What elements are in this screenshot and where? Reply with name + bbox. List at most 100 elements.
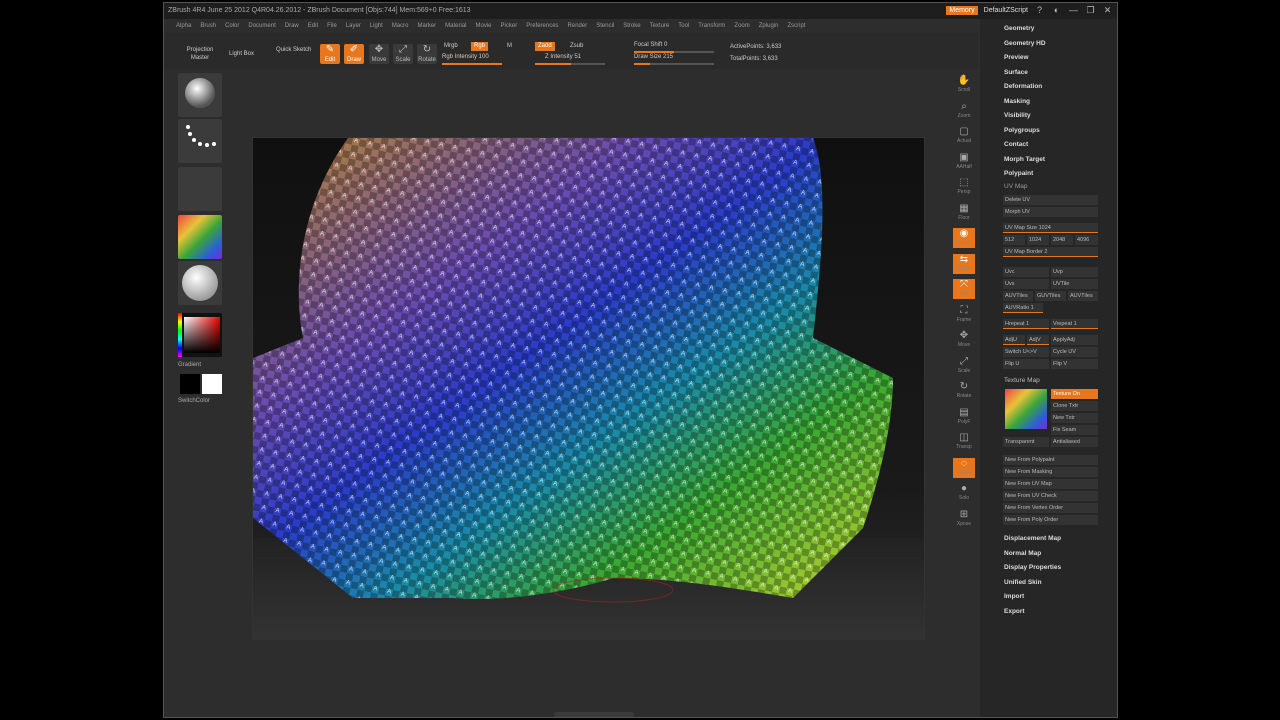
size-2048-button[interactable]: 2048	[1051, 235, 1073, 245]
palette-morph-target[interactable]: Morph Target	[1004, 156, 1045, 163]
quick-sketch-button[interactable]: Quick Sketch	[276, 46, 312, 54]
shelf-floor-button[interactable]: ▦ Floor	[953, 203, 975, 223]
move-button[interactable]: ✥ Move	[369, 44, 389, 64]
shelf-zoom-button[interactable]: ⌕ Zoom	[953, 101, 975, 121]
edit-button[interactable]: ✎ Edit	[320, 44, 340, 64]
menu-zscript[interactable]: Zscript	[787, 23, 805, 29]
palette-contact[interactable]: Contact	[1004, 141, 1028, 148]
uvp-button[interactable]: Uvp	[1051, 267, 1098, 277]
maximize-button[interactable]: ❐	[1085, 5, 1096, 16]
shelf-transp-button[interactable]: ◫ Transp	[953, 432, 975, 452]
close-button[interactable]: ✕	[1102, 5, 1113, 16]
new-from-uv-map-button[interactable]: New From UV Map	[1003, 479, 1098, 489]
flip-v-button[interactable]: Flip V	[1051, 359, 1098, 369]
shelf-xpose-button[interactable]: ⊞ Xpose	[953, 509, 975, 529]
auvtiles-button[interactable]: AUVTiles	[1068, 291, 1098, 301]
palette-polypaint[interactable]: Polypaint	[1004, 170, 1033, 177]
clone-txtr-button[interactable]: Clone Txtr	[1051, 401, 1098, 411]
uv-map-size-slider[interactable]: UV Map Size 1024	[1003, 223, 1098, 233]
size-1024-button[interactable]: 1024	[1027, 235, 1049, 245]
zadd-button[interactable]: Zadd	[535, 42, 555, 51]
palette-polygroups[interactable]: Polygroups	[1004, 127, 1040, 134]
flip-u-button[interactable]: Flip U	[1003, 359, 1049, 369]
stroke-thumbnail[interactable]	[178, 119, 222, 163]
menu-material[interactable]: Material	[445, 23, 466, 29]
uv-map-border-slider[interactable]: UV Map Border 2	[1003, 247, 1098, 257]
uvtile-button[interactable]: UVTile	[1051, 279, 1098, 289]
uvs-button[interactable]: Uvs	[1003, 279, 1049, 289]
zsub-button[interactable]: Zsub	[567, 42, 586, 51]
shelf-local-button[interactable]: ◉ Local	[953, 228, 975, 248]
focal-shift-track[interactable]	[634, 51, 714, 53]
new-from-vertex-order-button[interactable]: New From Vertex Order	[1003, 503, 1098, 513]
switch-uv-button[interactable]: Switch U<>V	[1003, 347, 1049, 357]
menu-stroke[interactable]: Stroke	[623, 23, 640, 29]
draw-button[interactable]: ✐ Draw	[344, 44, 364, 64]
menu-macro[interactable]: Macro	[392, 23, 409, 29]
menu-light[interactable]: Light	[370, 23, 383, 29]
primary-color-swatch[interactable]	[180, 374, 200, 394]
shelf-scale-button[interactable]: ⤢ Scale	[953, 356, 975, 376]
uv-map-header[interactable]: UV Map	[1004, 183, 1027, 190]
gradient-label[interactable]: Gradient	[178, 362, 201, 368]
palette-display-properties[interactable]: Display Properties	[1004, 564, 1061, 571]
secondary-color-swatch[interactable]	[202, 374, 222, 394]
palette-preview[interactable]: Preview	[1004, 54, 1029, 61]
shelf-ghost-button[interactable]: ◌ Ghost	[953, 457, 975, 478]
z-intensity-track[interactable]	[535, 63, 605, 65]
shelf-scroll-button[interactable]: ✋ Scroll	[953, 75, 975, 95]
palette-geometry-hd[interactable]: Geometry HD	[1004, 40, 1046, 47]
memory-badge[interactable]: Memory	[946, 6, 978, 15]
shelf-rotate-button[interactable]: ↻ Rotate	[953, 381, 975, 401]
shelf-frame-button[interactable]: ⛶ Frame	[953, 305, 975, 325]
menu-draw[interactable]: Draw	[285, 23, 299, 29]
palette-unified-skin[interactable]: Unified Skin	[1004, 579, 1042, 586]
menu-transform[interactable]: Transform	[698, 23, 725, 29]
menu-render[interactable]: Render	[568, 23, 588, 29]
menu-preferences[interactable]: Preferences	[526, 23, 558, 29]
menu-edit[interactable]: Edit	[308, 23, 318, 29]
palette-normal-map[interactable]: Normal Map	[1004, 550, 1041, 557]
shelf-lsym-button[interactable]: ⇆ LSym	[953, 253, 975, 274]
m-button[interactable]: M	[504, 42, 515, 51]
projection-master-button[interactable]: Projection Master	[180, 46, 220, 62]
new-from-poly-order-button[interactable]: New From Poly Order	[1003, 515, 1098, 525]
new-from-polypaint-button[interactable]: New From Polypaint	[1003, 455, 1098, 465]
minimize-button[interactable]: —	[1068, 5, 1079, 16]
material-thumbnail[interactable]	[178, 261, 222, 305]
morph-uv-button[interactable]: Morph UV	[1003, 207, 1098, 217]
draw-size-slider[interactable]: Draw Size 215	[634, 54, 673, 60]
shelf-aahalf-button[interactable]: ▣ AAHalf	[953, 152, 975, 172]
texture-map-thumbnail[interactable]	[1005, 389, 1047, 429]
hrepeat-slider[interactable]: Hrepeat 1	[1003, 319, 1049, 329]
menu-alpha[interactable]: Alpha	[176, 23, 191, 29]
cycle-uv-button[interactable]: Cycle UV	[1051, 347, 1098, 357]
size-512-button[interactable]: 512	[1003, 235, 1025, 245]
menu-tool[interactable]: Tool	[678, 23, 689, 29]
brush-thumbnail[interactable]	[178, 73, 222, 117]
color-picker[interactable]	[178, 313, 222, 357]
menu-zoom[interactable]: Zoom	[734, 23, 749, 29]
adju-slider[interactable]: AdjU	[1003, 335, 1025, 345]
menu-picker[interactable]: Picker	[501, 23, 518, 29]
shelf-persp-button[interactable]: ⬚ Persp	[953, 177, 975, 197]
z-intensity-slider[interactable]: Z Intensity 51	[545, 54, 581, 60]
help-icon[interactable]: ?	[1034, 5, 1045, 16]
scale-button[interactable]: ⤢ Scale	[393, 44, 413, 64]
lightbox-button[interactable]: Light Box	[229, 51, 254, 57]
draw-size-track[interactable]	[634, 63, 714, 65]
canvas-viewport[interactable]: A	[252, 137, 925, 640]
rotate-button[interactable]: ↻ Rotate	[417, 44, 437, 64]
new-from-masking-button[interactable]: New From Masking	[1003, 467, 1098, 477]
vrepeat-slider[interactable]: Vrepeat 1	[1051, 319, 1098, 329]
fix-seam-button[interactable]: Fix Seam	[1051, 425, 1098, 435]
menu-file[interactable]: File	[327, 23, 337, 29]
new-from-uv-check-button[interactable]: New From UV Check	[1003, 491, 1098, 501]
uvc-button[interactable]: Uvc	[1003, 267, 1049, 277]
rgb-intensity-slider[interactable]: Rgb Intensity 100	[442, 54, 489, 60]
shelf-move-button[interactable]: ✥ Move	[953, 330, 975, 350]
bottom-shelf-handle[interactable]	[554, 712, 634, 717]
delete-uv-button[interactable]: Delete UV	[1003, 195, 1098, 205]
antialiased-toggle[interactable]: Antialiased	[1051, 437, 1098, 447]
menu-movie[interactable]: Movie	[476, 23, 492, 29]
